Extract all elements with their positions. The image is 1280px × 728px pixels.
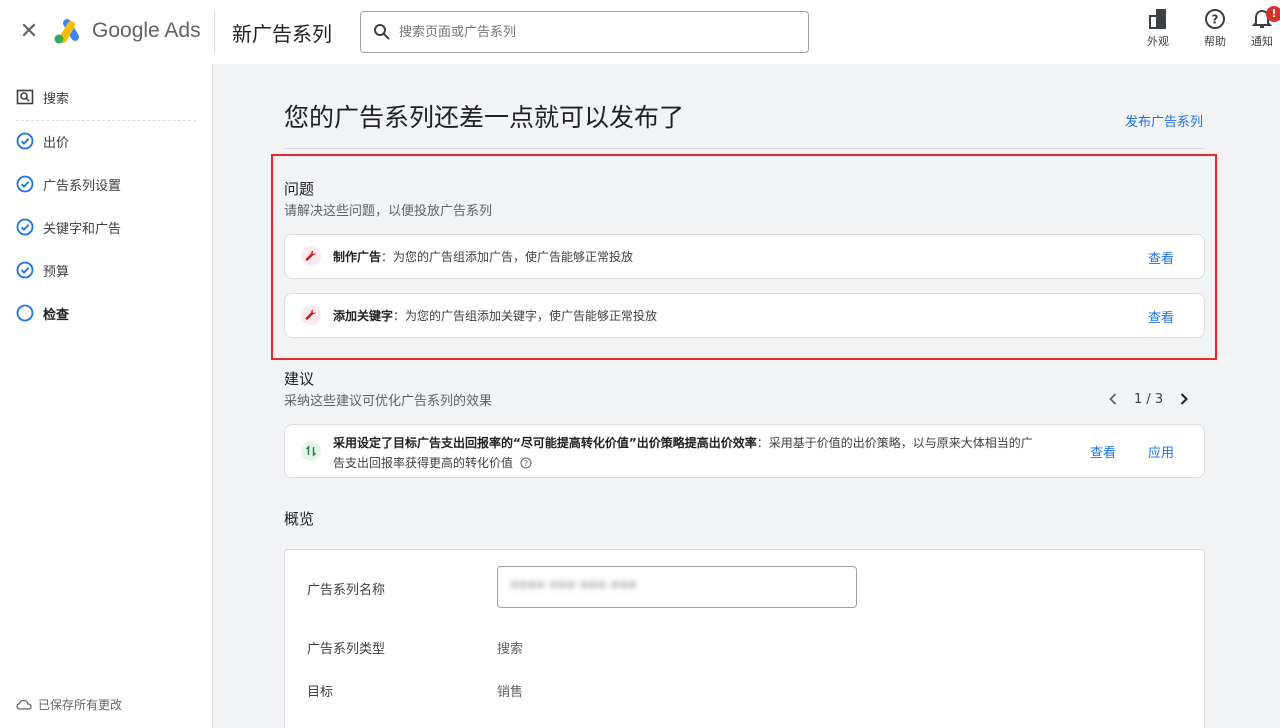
search-box-icon <box>16 89 34 105</box>
check-circle-icon <box>16 132 34 150</box>
campaign-name-redacted: ▪▪▪▪ ▪▪▪ ▪▪▪ ▪▪▪ <box>510 577 637 592</box>
sidebar-item-keywords-ads[interactable]: 关键字和广告 <box>16 216 121 238</box>
circle-icon <box>16 304 34 322</box>
check-circle-icon <box>16 175 34 193</box>
recommendation-description-cont: 告支出回报率获得更高的转化价值 <box>333 456 514 470</box>
issues-title: 问题 <box>284 180 315 198</box>
sidebar-item-search[interactable]: 搜索 <box>16 86 69 108</box>
appearance-icon <box>1149 9 1166 29</box>
issue-description: ：为您的广告组添加关键字，使广告能够正常投放 <box>393 309 658 323</box>
overview-title: 概览 <box>284 510 315 528</box>
sidebar-item-label: 预算 <box>43 264 70 280</box>
search-box[interactable] <box>360 11 809 53</box>
svg-text:?: ? <box>1212 13 1219 27</box>
sidebar-divider <box>16 120 196 121</box>
appearance-label: 外观 <box>1147 35 1169 48</box>
sidebar-item-label: 广告系列设置 <box>43 178 122 194</box>
wrench-icon <box>301 246 321 266</box>
issue-text: 制作广告：为您的广告组添加广告，使广告能够正常投放 <box>333 248 633 265</box>
sidebar-item-label: 检查 <box>43 307 70 323</box>
bid-strategy-icon <box>301 441 321 461</box>
issues-subtitle: 请解决这些问题，以便投放广告系列 <box>284 204 493 219</box>
cloud-done-icon <box>16 699 32 710</box>
scrollbar[interactable] <box>1272 64 1280 728</box>
recommendations-subtitle: 采纳这些建议可优化广告系列的效果 <box>284 394 493 409</box>
sidebar-item-bidding[interactable]: 出价 <box>16 130 69 152</box>
view-issue-link[interactable]: 查看 <box>1148 307 1174 326</box>
issue-description: ：为您的广告组添加广告，使广告能够正常投放 <box>381 250 634 264</box>
issue-label: 制作广告 <box>333 250 382 264</box>
brand-name: Google Ads <box>92 19 201 42</box>
campaign-type-label: 广告系列类型 <box>307 642 386 657</box>
search-input[interactable] <box>399 22 799 42</box>
check-circle-icon <box>16 261 34 279</box>
help-icon[interactable]: ? <box>520 457 532 469</box>
svg-text:?: ? <box>524 459 528 468</box>
close-icon[interactable]: ✕ <box>16 20 42 46</box>
publish-campaign-link[interactable]: 发布广告系列 <box>1125 111 1203 130</box>
help-label: 帮助 <box>1204 35 1226 48</box>
apply-recommendation-link[interactable]: 应用 <box>1148 442 1174 461</box>
sidebar-item-review[interactable]: 检查 <box>16 302 69 324</box>
chevron-right-icon[interactable] <box>1175 390 1193 408</box>
recommendation-label: 采用设定了目标广告支出回报率的“尽可能提高转化价值”出价策略提高出价效率 <box>333 436 757 450</box>
goal-label: 目标 <box>307 685 334 700</box>
campaign-type-value: 搜索 <box>497 642 524 657</box>
view-recommendation-link[interactable]: 查看 <box>1090 442 1116 461</box>
campaign-name-field[interactable]: ▪▪▪▪ ▪▪▪ ▪▪▪ ▪▪▪ <box>497 566 857 608</box>
notification-badge: ! <box>1266 6 1280 22</box>
notifications-label: 通知 <box>1251 35 1273 48</box>
sidebar-item-label: 出价 <box>43 135 70 151</box>
recommendation-text: 采用设定了目标广告支出回报率的“尽可能提高转化价值”出价策略提高出价效率：采用基… <box>333 433 1033 473</box>
issue-card-add-keywords: 添加关键字：为您的广告组添加关键字，使广告能够正常投放 查看 <box>284 293 1205 338</box>
issue-card-create-ad: 制作广告：为您的广告组添加广告，使广告能够正常投放 查看 <box>284 234 1205 279</box>
sidebar-item-budget[interactable]: 预算 <box>16 259 69 281</box>
check-circle-icon <box>16 218 34 236</box>
sidebar: 搜索 出价 广告系列设置 关键字和广告 预算 检查 已保存所有更改 <box>0 64 213 728</box>
recommendations-title: 建议 <box>284 370 315 388</box>
help-icon: ? <box>1205 9 1225 29</box>
title-divider <box>284 148 1205 149</box>
recommendation-card: 采用设定了目标广告支出回报率的“尽可能提高转化价值”出价策略提高出价效率：采用基… <box>284 424 1205 478</box>
issue-label: 添加关键字 <box>333 309 394 323</box>
page-title: 您的广告系列还差一点就可以发布了 <box>284 103 685 132</box>
search-icon <box>374 24 390 40</box>
recommendations-pager: 1 / 3 <box>1104 390 1193 408</box>
notifications-button[interactable]: ! 通知 <box>1240 6 1280 49</box>
page-name: 新广告系列 <box>232 22 332 46</box>
wrench-icon <box>301 305 321 325</box>
chevron-left-icon[interactable] <box>1104 390 1122 408</box>
campaign-name-label: 广告系列名称 <box>307 583 386 598</box>
top-bar: ✕ Google Ads 新广告系列 外观 ? 帮助 ! <box>0 0 1280 64</box>
goal-value: 销售 <box>497 685 524 700</box>
view-issue-link[interactable]: 查看 <box>1148 248 1174 267</box>
overview-card: 广告系列名称 ▪▪▪▪ ▪▪▪ ▪▪▪ ▪▪▪ 广告系列类型 搜索 目标 销售 <box>284 549 1205 728</box>
saved-status: 已保存所有更改 <box>16 696 122 713</box>
header-divider <box>214 12 215 52</box>
google-ads-logo <box>54 19 79 44</box>
appearance-button[interactable]: 外观 <box>1136 8 1180 49</box>
pager-count: 1 / 3 <box>1134 391 1164 407</box>
saved-status-text: 已保存所有更改 <box>38 698 123 712</box>
sidebar-item-campaign-settings[interactable]: 广告系列设置 <box>16 173 121 195</box>
help-button[interactable]: ? 帮助 <box>1193 8 1237 49</box>
sidebar-item-label: 搜索 <box>43 91 70 107</box>
issue-text: 添加关键字：为您的广告组添加关键字，使广告能够正常投放 <box>333 307 657 324</box>
recommendation-description: ：采用基于价值的出价策略，以与原来大体相当的广 <box>756 436 1033 450</box>
sidebar-item-label: 关键字和广告 <box>43 221 122 237</box>
